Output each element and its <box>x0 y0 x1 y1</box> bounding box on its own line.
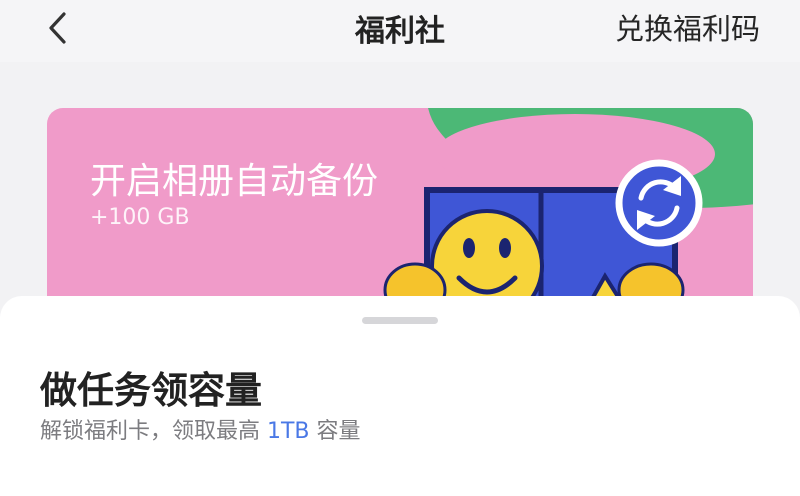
top-nav-bar: 福利社 兑换福利码 <box>0 0 800 62</box>
promo-card-title: 开启相册自动备份 <box>90 161 379 202</box>
promo-card-reward: +100 GB <box>90 205 190 230</box>
capacity-highlight: 1TB <box>267 419 310 444</box>
redeem-code-button[interactable]: 兑换福利码 <box>615 6 760 48</box>
sheet-title: 做任务领容量 <box>40 369 262 412</box>
subtitle-prefix: 解锁福利卡，领取最高 <box>40 419 267 444</box>
sheet-subtitle: 解锁福利卡，领取最高 1TB 容量 <box>40 413 361 445</box>
subtitle-suffix: 容量 <box>309 419 361 444</box>
sheet-drag-handle[interactable] <box>362 317 438 324</box>
bottom-sheet: 做任务领容量 解锁福利卡，领取最高 1TB 容量 <box>0 296 800 496</box>
